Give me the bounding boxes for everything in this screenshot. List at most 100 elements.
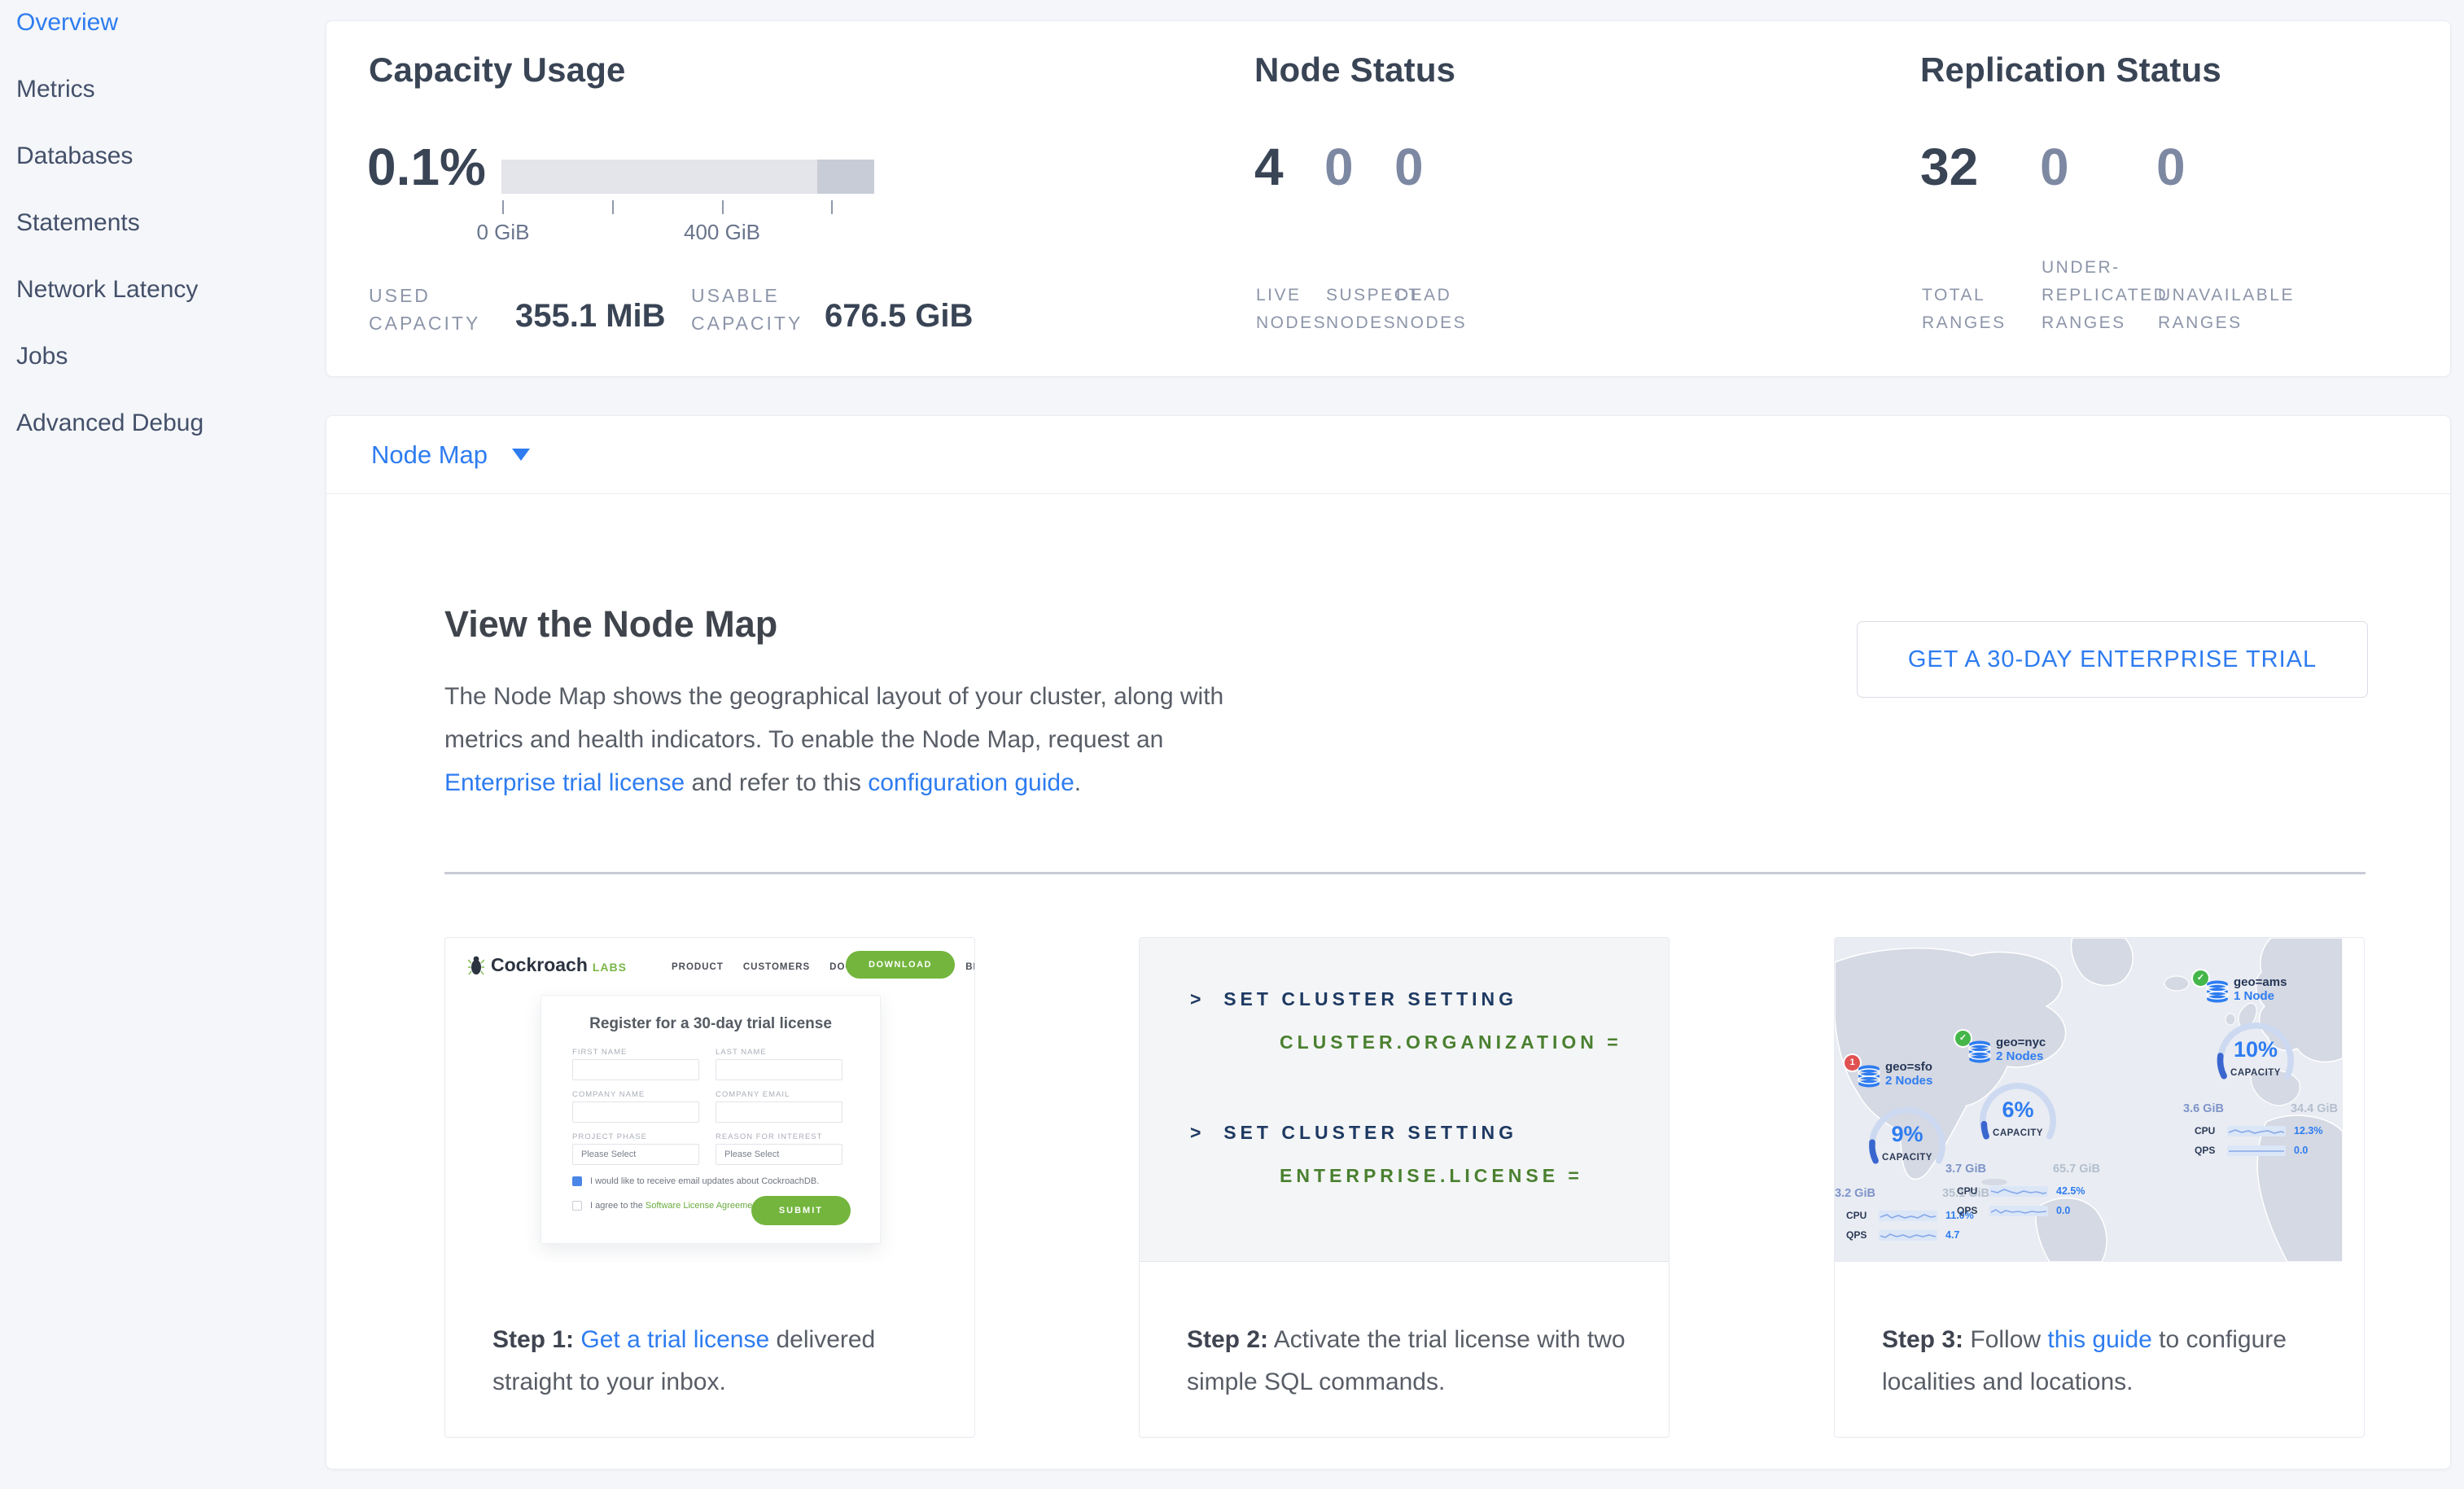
checkbox-label: I agree to the xyxy=(590,1201,646,1211)
unavailable-ranges-value: 0 xyxy=(2156,137,2186,197)
sidebar-item-jobs[interactable]: Jobs xyxy=(16,340,326,407)
node-map-selector[interactable]: Node Map xyxy=(326,416,2450,494)
description-text: The Node Map shows the geographical layo… xyxy=(444,683,1223,753)
cockroach-labs-logo: Cockroach LABS xyxy=(468,954,627,976)
sidebar-item-network-latency[interactable]: Network Latency xyxy=(16,274,326,340)
field-label: PROJECT PHASE xyxy=(572,1132,647,1141)
capacity-percent: 10% xyxy=(2195,1037,2317,1062)
sidebar-item-overview[interactable]: Overview xyxy=(16,7,326,73)
enterprise-trial-license-link[interactable]: Enterprise trial license xyxy=(444,769,685,796)
cluster-summary-card: Capacity Usage 0.1% 0 GiB 400 GiB USED C… xyxy=(326,20,2451,377)
axis-tick xyxy=(612,200,614,214)
qps-label: QPS xyxy=(1846,1229,1879,1241)
configuration-guide-link[interactable]: configuration guide xyxy=(868,769,1074,796)
chevron-down-icon xyxy=(512,449,530,461)
sidebar-item-statements[interactable]: Statements xyxy=(16,207,326,274)
cluster-node-count: 2 Nodes xyxy=(1885,1074,1932,1088)
total-ranges-value: 32 xyxy=(1920,137,1978,197)
nav-item: PRODUCT xyxy=(672,962,724,972)
sql-prompt: > xyxy=(1190,1122,1205,1143)
suspect-nodes-value: 0 xyxy=(1324,137,1354,197)
email-updates-checkbox: I would like to receive email updates ab… xyxy=(572,1176,865,1186)
sidebar-item-advanced-debug[interactable]: Advanced Debug xyxy=(16,407,326,474)
live-nodes-label: LIVE NODES xyxy=(1256,282,1315,337)
sidebar-item-databases[interactable]: Databases xyxy=(16,140,326,207)
cluster-node-count: 1 Node xyxy=(2234,989,2287,1003)
trial-registration-form: Register for a 30-day trial license FIRS… xyxy=(541,995,881,1244)
node-map-description: The Node Map shows the geographical layo… xyxy=(444,675,1238,804)
form-title: Register for a 30-day trial license xyxy=(541,1015,880,1033)
node-map-preview: 1 geo=sfo 2 Nodes 9% xyxy=(1835,938,2364,1262)
qps-label: QPS xyxy=(2195,1145,2227,1156)
cpu-value: 42.5% xyxy=(2056,1185,2085,1197)
nav-item: BLOG xyxy=(965,962,974,972)
qps-sparkline xyxy=(1879,1230,1937,1241)
axis-tick xyxy=(502,200,504,214)
capacity-bar xyxy=(501,160,874,194)
software-license-link: Software License Agreement xyxy=(646,1201,760,1211)
description-text: and refer to this xyxy=(685,769,868,796)
download-button: DOWNLOAD xyxy=(846,951,955,979)
sidebar-item-metrics[interactable]: Metrics xyxy=(16,73,326,140)
node-status-title: Node Status xyxy=(1254,50,1455,90)
total-ranges-label: TOTAL RANGES xyxy=(1922,282,2020,337)
database-stack-icon xyxy=(1967,1040,1993,1065)
sql-command: SET CLUSTER SETTING xyxy=(1223,988,1517,1009)
suspect-nodes-label: SUSPECT NODES xyxy=(1326,282,1390,337)
trial-registration-screenshot: Cockroach LABS PRODUCT CUSTOMERS DOCS RE… xyxy=(445,938,974,1262)
capacity-bar-segment xyxy=(817,160,874,194)
brand-name: Cockroach xyxy=(491,954,588,976)
sql-commands-panel: > SET CLUSTER SETTING CLUSTER.ORGANIZATI… xyxy=(1140,938,1669,1262)
capacity-percent: 0.1% xyxy=(367,137,486,197)
cluster-name: geo=nyc xyxy=(1996,1036,2046,1049)
usable-capacity-value: 676.5 GiB xyxy=(825,298,973,335)
used-gib: 3.7 GiB xyxy=(1945,1163,1986,1176)
checkbox-checked-icon xyxy=(572,1176,582,1186)
cockroach-bug-icon xyxy=(468,955,484,976)
under-replicated-ranges-value: 0 xyxy=(2040,137,2069,197)
get-enterprise-trial-button[interactable]: GET A 30-DAY ENTERPRISE TRIAL xyxy=(1857,621,2368,698)
axis-label-0: 0 GiB xyxy=(450,220,556,245)
used-capacity-label: USED CAPACITY xyxy=(369,282,507,337)
axis-tick xyxy=(722,200,724,214)
database-stack-icon xyxy=(2204,980,2230,1005)
caption-text: Follow xyxy=(1963,1326,2047,1353)
cpu-label: CPU xyxy=(1957,1185,1989,1197)
cpu-sparkline xyxy=(2227,1126,2286,1136)
cluster-name: geo=ams xyxy=(2234,975,2287,989)
nav-item: CUSTOMERS xyxy=(743,962,810,972)
node-map-card: Node Map View the Node Map The Node Map … xyxy=(326,415,2451,1469)
sql-command: SET CLUSTER SETTING xyxy=(1223,1122,1517,1143)
step-2-card: > SET CLUSTER SETTING CLUSTER.ORGANIZATI… xyxy=(1139,937,1670,1438)
this-guide-link[interactable]: this guide xyxy=(2047,1326,2151,1353)
database-stack-icon xyxy=(1856,1065,1882,1089)
dead-nodes-value: 0 xyxy=(1394,137,1424,197)
sidebar-nav: Overview Metrics Databases Statements Ne… xyxy=(0,0,326,1489)
step-3-card: 1 geo=sfo 2 Nodes 9% xyxy=(1834,937,2365,1438)
company-name-input xyxy=(572,1101,699,1123)
checkbox-unchecked-icon xyxy=(572,1201,582,1211)
field-label: COMPANY EMAIL xyxy=(716,1090,790,1099)
get-trial-license-link[interactable]: Get a trial license xyxy=(580,1326,769,1353)
sql-argument: CLUSTER.ORGANIZATION = xyxy=(1280,1031,1622,1053)
step-2-caption: Step 2: Activate the trial license with … xyxy=(1187,1319,1633,1404)
replication-status-title: Replication Status xyxy=(1920,50,2221,90)
cluster-node-count: 2 Nodes xyxy=(1996,1049,2046,1063)
capacity-percent: 6% xyxy=(1957,1097,2079,1123)
capacity-gauge: 10% CAPACITY xyxy=(2195,1013,2317,1101)
cpu-sparkline xyxy=(1989,1186,2048,1197)
step-3-caption: Step 3: Follow this guide to configure l… xyxy=(1882,1319,2328,1404)
capacity-label: CAPACITY xyxy=(2195,1068,2317,1078)
field-label: LAST NAME xyxy=(716,1048,767,1057)
step-label: Step 3: xyxy=(1882,1326,1963,1353)
cpu-label: CPU xyxy=(1846,1210,1879,1221)
qps-value: 4.7 xyxy=(1945,1229,1959,1241)
submit-button: SUBMIT xyxy=(751,1196,851,1225)
reason-select: Please Select xyxy=(716,1144,842,1165)
qps-value: 0.0 xyxy=(2294,1145,2308,1156)
step-label: Step 1: xyxy=(492,1326,574,1353)
live-nodes-value: 4 xyxy=(1254,137,1284,197)
description-text: . xyxy=(1074,769,1081,796)
total-gib: 34.4 GiB xyxy=(2291,1102,2338,1115)
qps-label: QPS xyxy=(1957,1205,1989,1216)
